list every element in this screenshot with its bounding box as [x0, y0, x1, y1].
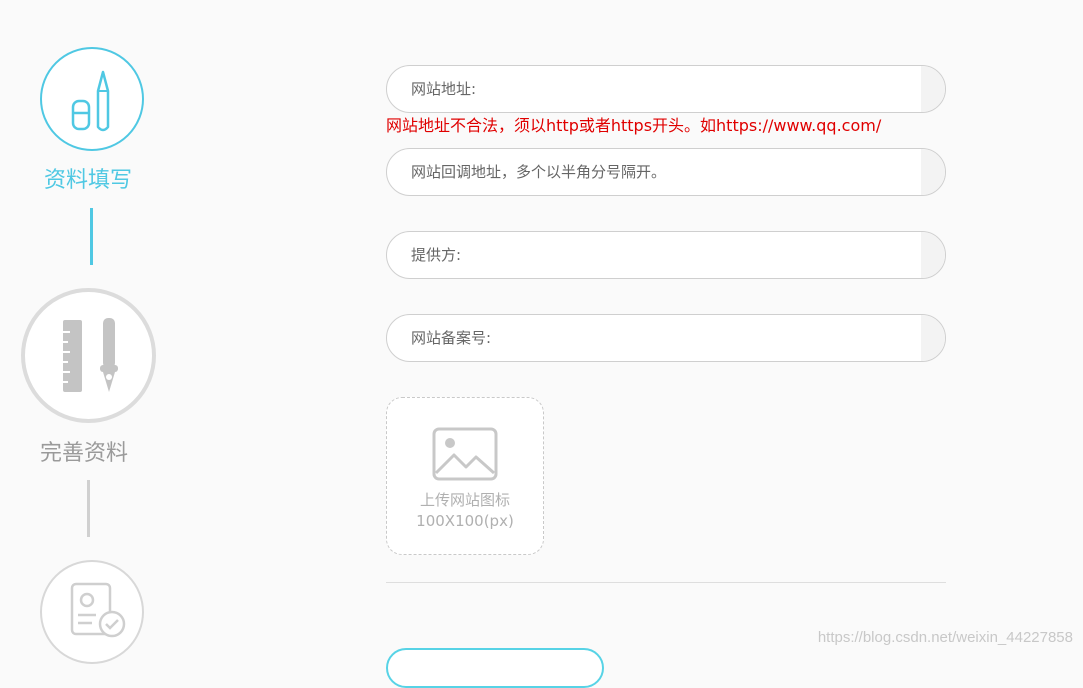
upload-size-hint: 100X100(px) [416, 512, 514, 530]
upload-label: 上传网站图标 [419, 491, 510, 509]
step-2-circle [21, 288, 156, 423]
icp-number-field[interactable] [386, 314, 946, 362]
step-1-label: 资料填写 [44, 168, 133, 193]
watermark: https://blog.csdn.net/weixin_44227858 [817, 629, 1073, 646]
website-url-input[interactable] [409, 79, 893, 99]
callback-url-input[interactable] [409, 162, 893, 182]
form-divider [386, 582, 946, 583]
registration-form: 网站地址不合法，须以http或者https开头。如https://www.qq.… [386, 0, 946, 688]
certificate-icon [70, 582, 126, 638]
icp-number-input[interactable] [409, 328, 893, 348]
pencil-icon [71, 70, 110, 132]
website-url-field[interactable] [386, 65, 946, 113]
step-connector-1 [90, 208, 93, 265]
next-button[interactable] [386, 648, 604, 688]
provider-field[interactable] [386, 231, 946, 279]
image-icon [432, 427, 498, 481]
step-3-circle [40, 560, 144, 664]
step-connector-2 [87, 480, 90, 537]
website-url-error: 网站地址不合法，须以http或者https开头。如https://www.qq.… [386, 116, 882, 135]
callback-url-field[interactable] [386, 148, 946, 196]
upload-icon-button[interactable]: 上传网站图标 100X100(px) [386, 397, 544, 555]
provider-input[interactable] [409, 245, 893, 265]
step-2-label: 完善资料 [40, 441, 129, 466]
ruler-pen-icon [63, 318, 118, 392]
step-1-circle [40, 47, 144, 151]
step-progress: 资料填写 完善资料 [0, 0, 200, 664]
